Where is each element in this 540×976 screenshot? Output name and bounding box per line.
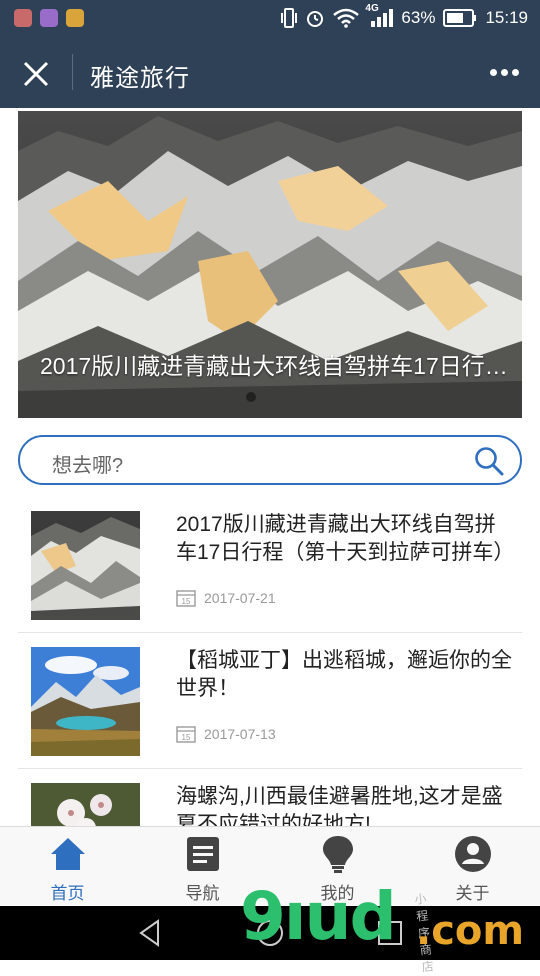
- article-thumbnail: [31, 647, 140, 756]
- more-button[interactable]: [486, 62, 522, 82]
- recents-icon[interactable]: [375, 918, 405, 948]
- status-bar: 4G 63% 15:19: [0, 0, 540, 36]
- home-button-icon[interactable]: [255, 918, 285, 948]
- app-notification-icon: [14, 9, 32, 27]
- alarm-icon: [307, 11, 324, 27]
- notification-icons: [14, 9, 84, 27]
- page-title: 雅途旅行: [90, 65, 190, 92]
- app-notification-icon: [66, 9, 84, 27]
- system-nav-bar: [0, 906, 540, 960]
- title-divider: [72, 54, 73, 90]
- battery-icon: [443, 9, 477, 27]
- tab-mine[interactable]: 我的: [270, 827, 405, 907]
- title-bar: 雅途旅行: [0, 36, 540, 108]
- cellular-signal-icon: 4G: [365, 3, 394, 29]
- list-item[interactable]: 2017版川藏进青藏出大环线自驾拼车17日行程（第十天到拉萨可拼车） 15 20…: [18, 497, 522, 633]
- article-date: 2017-07-21: [204, 590, 276, 606]
- more-dots-icon: [511, 68, 519, 76]
- banner-caption: 2017版川藏进青藏出大环线自驾拼车17日行程（第十天到拉萨可拼车）: [40, 353, 510, 379]
- svg-text:15: 15: [182, 733, 191, 742]
- home-icon: [51, 838, 85, 870]
- snowy-mountains-image: [31, 511, 140, 620]
- list-icon: [187, 837, 219, 871]
- tab-navigation[interactable]: 导航: [135, 827, 270, 907]
- search-icon[interactable]: [474, 446, 504, 476]
- user-icon: [455, 836, 491, 872]
- svg-text:15: 15: [182, 597, 191, 606]
- search-placeholder: 想去哪?: [52, 455, 124, 477]
- close-button[interactable]: [18, 56, 54, 92]
- app-notification-icon: [40, 9, 58, 27]
- bulb-icon: [323, 836, 353, 873]
- tab-label: 关于: [455, 884, 490, 903]
- article-title: 【稻城亚丁】出逃稻城，邂逅你的全世界！: [176, 649, 512, 700]
- carousel-indicator[interactable]: [246, 392, 256, 402]
- vibrate-icon: [281, 8, 298, 28]
- clock: 15:19: [485, 8, 528, 27]
- tab-about[interactable]: 关于: [405, 827, 540, 907]
- wifi-icon: [333, 8, 360, 28]
- search-bar[interactable]: 想去哪?: [18, 435, 522, 485]
- article-date: 2017-07-13: [204, 726, 276, 742]
- more-dots-icon: [489, 68, 497, 76]
- tab-label: 我的: [320, 884, 355, 903]
- lake-mountain-image: [31, 647, 140, 756]
- battery-percent: 63%: [401, 8, 436, 27]
- list-item[interactable]: 【稻城亚丁】出逃稻城，邂逅你的全世界！ 15 2017-07-13: [18, 633, 522, 769]
- article-thumbnail: [31, 511, 140, 620]
- tab-label: 首页: [50, 884, 85, 903]
- tab-home[interactable]: 首页: [0, 827, 135, 907]
- banner-carousel[interactable]: 2017版川藏进青藏出大环线自驾拼车17日行程（第十天到拉萨可拼车）: [18, 111, 522, 418]
- bottom-tab-bar: 首页 导航 我的 关于: [0, 826, 540, 906]
- back-icon[interactable]: [136, 918, 166, 948]
- more-dots-icon: [500, 68, 508, 76]
- tab-label: 导航: [185, 884, 220, 903]
- calendar-icon: 15: [176, 590, 196, 607]
- calendar-icon: 15: [176, 726, 196, 743]
- article-title: 2017版川藏进青藏出大环线自驾拼车17日行程（第十天到拉萨可拼车）: [176, 513, 512, 564]
- close-icon: [23, 61, 49, 87]
